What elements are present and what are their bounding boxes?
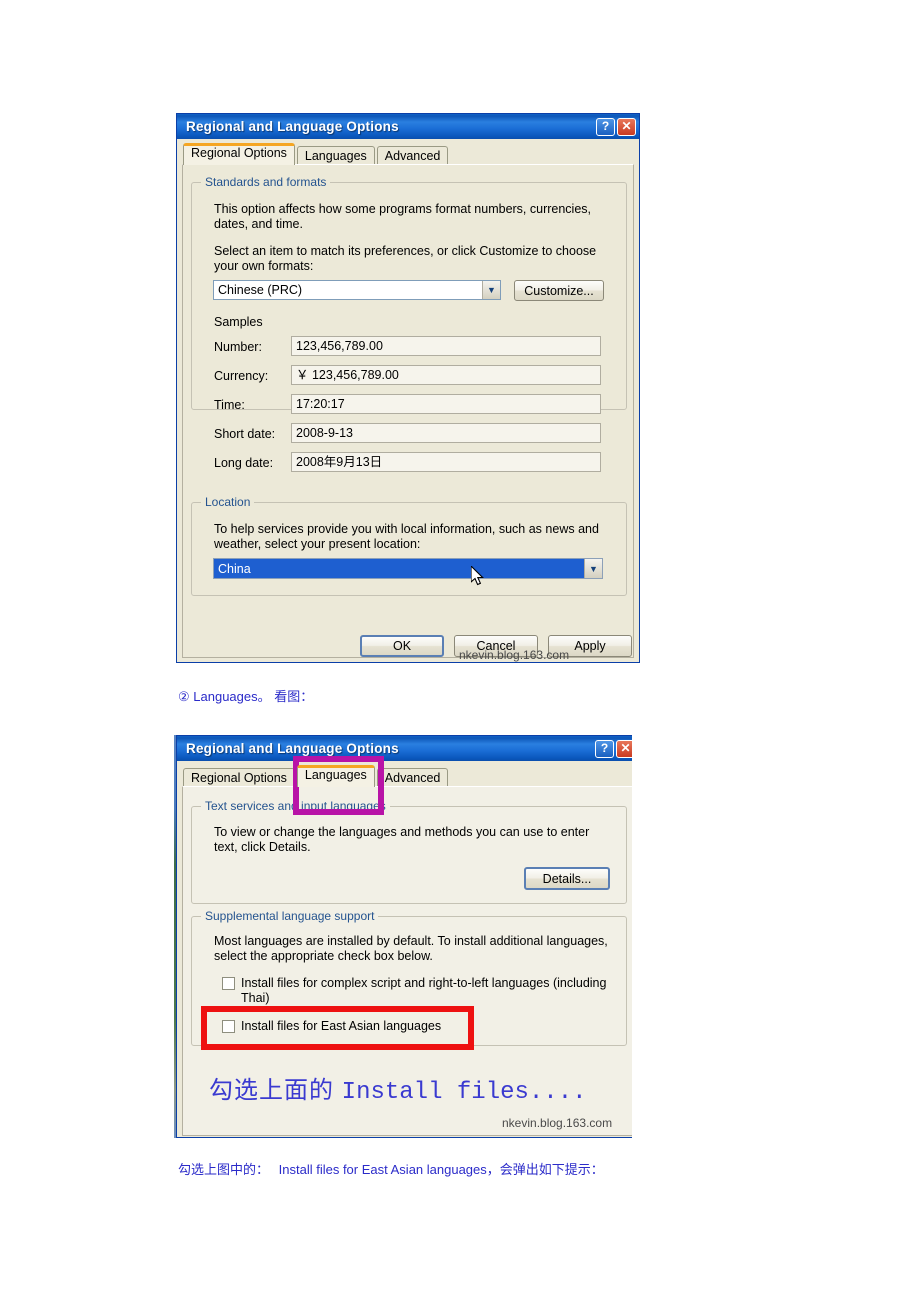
- caption-install-east-asian: 勾选上图中的： Install files for East Asian lan…: [178, 1159, 604, 1178]
- checkbox-complex-script-line1: Install files for complex script and rig…: [241, 976, 607, 990]
- tab-regional-options[interactable]: Regional Options: [183, 143, 295, 165]
- standards-desc-line3: Select an item to match its preferences,…: [214, 244, 597, 258]
- checkbox-icon[interactable]: [222, 1020, 235, 1033]
- ok-button-label: OK: [392, 639, 412, 653]
- checkbox-complex-script-label: Install files for complex script and rig…: [241, 976, 606, 1006]
- sample-time-value: 17:20:17: [291, 394, 601, 414]
- caption1-suffix: 。 看图：: [257, 689, 314, 704]
- standards-desc-line1: This option affects how some programs fo…: [214, 202, 592, 216]
- annotation-caption-cjk: 勾选上面的: [209, 1077, 334, 1104]
- standards-group-legend: Standards and formats: [201, 175, 331, 189]
- details-button-label: Details...: [542, 871, 592, 886]
- tab-languages[interactable]: Languages: [296, 146, 375, 166]
- location-desc-line2: weather, select your present location:: [214, 537, 421, 551]
- checkbox-complex-script[interactable]: Install files for complex script and rig…: [222, 976, 622, 1006]
- text-services-desc-line2: text, click Details.: [214, 840, 311, 854]
- sample-currency-label: Currency:: [214, 369, 269, 383]
- titlebar-buttons-2: ? ✕: [595, 739, 632, 758]
- watermark-2: nkevin.blog.163.com: [502, 1116, 613, 1130]
- details-button[interactable]: Details...: [524, 867, 610, 890]
- regional-language-options-screenshot-2: Regional and Language Options ? ✕ Region…: [170, 735, 632, 1138]
- titlebar-buttons-1: ? ✕: [596, 117, 636, 136]
- sample-long-date-value: 2008年9月13日: [291, 452, 601, 472]
- chevron-down-icon[interactable]: ▼: [584, 559, 602, 578]
- caption2-lead: 勾选上图中的：: [178, 1162, 270, 1177]
- sample-short-date-label: Short date:: [214, 427, 276, 441]
- apply-button-label: Apply: [574, 639, 606, 653]
- caption1-prefix: ②: [178, 689, 190, 704]
- supplemental-group-legend: Supplemental language support: [201, 909, 379, 923]
- titlebar-2: Regional and Language Options ? ✕: [177, 736, 632, 761]
- caption2-tail: ，会弹出如下提示：: [486, 1162, 604, 1177]
- tab-languages[interactable]: Languages: [296, 765, 375, 787]
- help-button[interactable]: ?: [595, 739, 614, 758]
- supplemental-desc-line1: Most languages are installed by default.…: [214, 934, 608, 948]
- mouse-cursor-icon: [471, 566, 484, 586]
- sample-currency-value: ￥ 123,456,789.00: [291, 365, 601, 385]
- tab-advanced[interactable]: Advanced: [376, 768, 449, 788]
- tab-regional-options[interactable]: Regional Options: [183, 768, 295, 788]
- checkbox-east-asian[interactable]: Install files for East Asian languages: [222, 1019, 622, 1034]
- close-icon[interactable]: ✕: [616, 739, 632, 758]
- location-select[interactable]: China ▼: [213, 558, 603, 579]
- text-services-desc-line1: To view or change the languages and meth…: [214, 825, 590, 839]
- caption-languages: ② Languages。 看图：: [178, 686, 313, 705]
- customize-button[interactable]: Customize...: [514, 280, 604, 301]
- customize-button-label: Customize...: [524, 283, 594, 298]
- samples-label: Samples: [214, 315, 263, 329]
- ok-button[interactable]: OK: [360, 635, 444, 657]
- sample-long-date-label: Long date:: [214, 456, 274, 470]
- supplemental-desc-line2: select the appropriate check box below.: [214, 949, 433, 963]
- text-services-group-legend: Text services and input languages: [201, 799, 390, 813]
- window-title-2: Regional and Language Options: [186, 741, 399, 756]
- sample-time-label: Time:: [214, 398, 245, 412]
- checkbox-east-asian-label: Install files for East Asian languages: [241, 1019, 442, 1033]
- location-select-value: China: [214, 561, 584, 576]
- checkbox-icon[interactable]: [222, 977, 235, 990]
- standards-desc-line4: your own formats:: [214, 259, 314, 273]
- regional-language-options-dialog-2: Regional and Language Options ? ✕ Region…: [176, 735, 632, 1138]
- titlebar-1: Regional and Language Options ? ✕: [177, 114, 639, 139]
- standards-desc-line2: dates, and time.: [214, 217, 303, 231]
- annotation-caption-en: Install files....: [341, 1079, 587, 1106]
- window-title: Regional and Language Options: [186, 119, 399, 134]
- tab-advanced[interactable]: Advanced: [376, 146, 449, 166]
- sample-number-label: Number:: [214, 340, 262, 354]
- tabstrip-1: Regional Options Languages Advanced: [177, 139, 639, 166]
- regional-language-options-dialog-1: Regional and Language Options ? ✕ Region…: [176, 113, 640, 663]
- caption1-link: Languages: [193, 689, 258, 704]
- location-group-legend: Location: [201, 495, 255, 509]
- watermark-1: nkevin.blog.163.com: [459, 648, 570, 662]
- caption2-emphasis: Install files for East Asian languages: [278, 1162, 487, 1177]
- location-desc-line1: To help services provide you with local …: [214, 522, 599, 536]
- chevron-down-icon[interactable]: ▼: [482, 281, 500, 299]
- annotation-caption-install-files: 勾选上面的 Install files....: [209, 1070, 587, 1106]
- locale-select[interactable]: Chinese (PRC) ▼: [213, 280, 501, 300]
- locale-select-value: Chinese (PRC): [218, 283, 303, 297]
- close-icon[interactable]: ✕: [617, 117, 636, 136]
- checkbox-complex-script-line2: Thai): [241, 991, 270, 1005]
- sample-short-date-value: 2008-9-13: [291, 423, 601, 443]
- help-button[interactable]: ?: [596, 117, 615, 136]
- tabstrip-2: Regional Options Languages Advanced: [177, 761, 632, 788]
- sample-number-value: 123,456,789.00: [291, 336, 601, 356]
